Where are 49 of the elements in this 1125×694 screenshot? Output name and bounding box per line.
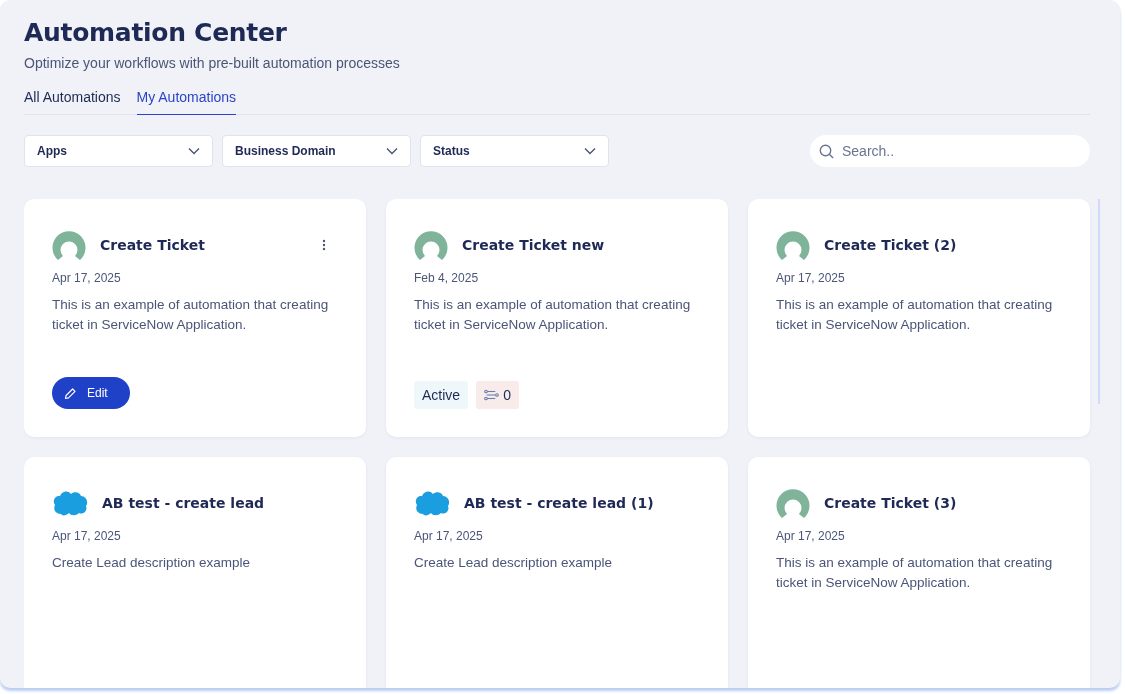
- tab[interactable]: My Automations: [136, 89, 237, 115]
- card-description: This is an example of automation that creating ticket in ServiceNow Application.: [414, 296, 692, 334]
- chevron-down-icon: [584, 147, 596, 155]
- automation-card[interactable]: Create Ticket new Feb 4, 2025 This is an example of automation that creating ticket in ServiceNow Application. Active 0: [386, 199, 728, 437]
- avatar-icon: [776, 229, 810, 261]
- flow-icon: [484, 389, 500, 401]
- automation-card[interactable]: Create Ticket Apr 17, 2025 This is an example of automation that creating ticket in ServiceNow Application. Edit: [24, 199, 366, 437]
- automation-card[interactable]: AB test - create lead (1) Apr 17, 2025 Create Lead description example: [386, 457, 728, 688]
- card-description: This is an example of automation that creating ticket in ServiceNow Application.: [52, 296, 330, 334]
- cloud-logo-icon: [414, 490, 450, 516]
- avatar-icon: [776, 487, 810, 519]
- page-title: Automation Center: [24, 18, 288, 47]
- chevron-down-icon: [188, 147, 200, 155]
- card-date: Apr 17, 2025: [776, 271, 846, 285]
- page-subtitle: Optimize your workflows with pre-built automation processes: [24, 55, 401, 71]
- card-title: Create Ticket (2): [824, 237, 958, 253]
- chevron-down-icon: [386, 147, 398, 155]
- avatar-icon: [52, 229, 86, 261]
- card-title: AB test - create lead: [102, 495, 266, 511]
- card-date: Apr 17, 2025: [776, 529, 846, 543]
- tab[interactable]: All Automations: [24, 89, 121, 115]
- card-description: This is an example of automation that creating ticket in ServiceNow Application.: [776, 296, 1054, 334]
- card-title: Create Ticket (3): [824, 495, 958, 511]
- card-date: Apr 17, 2025: [52, 271, 122, 285]
- card-description: Create Lead description example: [52, 554, 252, 572]
- automation-card[interactable]: Create Ticket (3) Apr 17, 2025 This is an example of automation that creating ticket in ServiceNow Application.: [748, 457, 1090, 688]
- search-field[interactable]: Search..: [810, 135, 1090, 167]
- card-description: This is an example of automation that creating ticket in ServiceNow Application.: [776, 554, 1054, 592]
- automation-card[interactable]: AB test - create lead Apr 17, 2025 Create Lead description example: [24, 457, 366, 688]
- automation-card[interactable]: Create Ticket (2) Apr 17, 2025 This is an example of automation that creating ticket in ServiceNow Application.: [748, 199, 1090, 437]
- cloud-logo-icon: [52, 490, 88, 516]
- card-date: Apr 17, 2025: [414, 529, 484, 543]
- filter-dropdown[interactable]: Apps: [24, 135, 213, 167]
- card-date: Feb 4, 2025: [414, 271, 480, 285]
- filter-dropdown[interactable]: Status: [420, 135, 609, 167]
- avatar-icon: [414, 229, 448, 261]
- scrollbar[interactable]: [1098, 199, 1100, 404]
- search-icon: [819, 144, 834, 159]
- edit-button[interactable]: Edit: [52, 377, 130, 409]
- filter-dropdown[interactable]: Business Domain: [222, 135, 411, 167]
- card-date: Apr 17, 2025: [52, 529, 122, 543]
- pencil-icon: [64, 386, 77, 400]
- card-description: Create Lead description example: [414, 554, 614, 572]
- card-title: Create Ticket new: [462, 237, 606, 253]
- count-value: 0: [503, 387, 511, 403]
- card-title: AB test - create lead (1): [464, 495, 655, 511]
- more-options-icon[interactable]: [322, 239, 326, 251]
- card-title: Create Ticket: [100, 237, 206, 253]
- status-badge: Active: [414, 381, 469, 409]
